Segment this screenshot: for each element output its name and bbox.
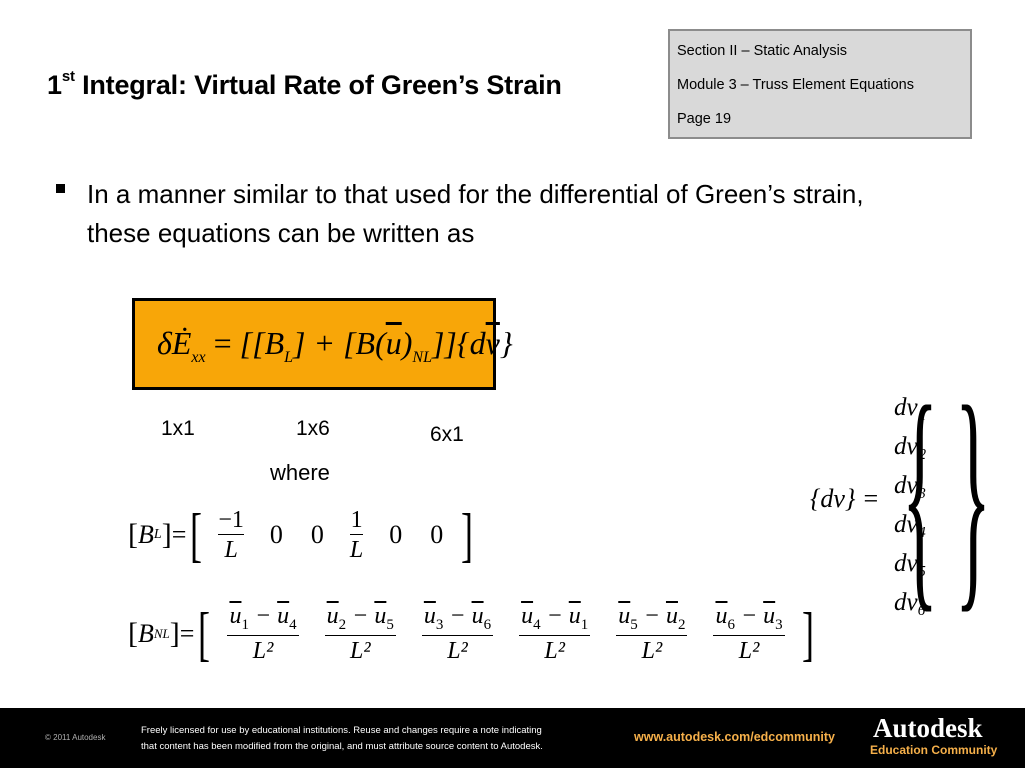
bnl-entry-numerator: u3 − u6 — [421, 603, 494, 637]
bl-entry-1: −1 L — [218, 507, 244, 564]
bl-matrix-equation: [B L] = [ −1 L 0 0 1L 0 0 ] — [128, 502, 477, 568]
dv-vector-lhs: {dv} = — [810, 484, 880, 513]
title-text: Integral: Virtual Rate of Green’s Strain — [74, 70, 562, 100]
dv-vector-item: dv₅ — [894, 550, 927, 577]
eq-lhs-sub: xx — [191, 349, 206, 366]
title-superscript: st — [61, 68, 75, 85]
section-info-box: Section II – Static Analysis Module 3 – … — [668, 29, 972, 139]
bnl-matrix-left-bracket: [ — [198, 601, 211, 667]
dv-vector-right-brace: } — [955, 356, 991, 633]
main-equation: δĖxx = [[BL] + [B(u)NL]]{dv} — [157, 325, 513, 367]
eq-v: v — [485, 325, 500, 361]
dv-vector-equation: {dv} = { dv₁ dv₂ dv₃ dv₄ dv₅ dv₆ } — [808, 370, 991, 620]
license-text: Freely licensed for use by educational i… — [141, 723, 621, 755]
bnl-equals: = — [179, 619, 195, 648]
bl-open-bracket: [ — [128, 518, 138, 551]
bnl-open-bracket: [ — [128, 617, 138, 650]
bl-entry-5: 0 — [389, 520, 403, 549]
dim-label-6x1: 6x1 — [430, 423, 464, 446]
bl-entry-1-den: L — [224, 536, 238, 563]
dv-vector-item: dv₂ — [894, 433, 927, 460]
bnl-entry-6: u6 − u3 L² — [713, 603, 785, 666]
bnl-entry-3: u3 − u6 L² — [421, 603, 494, 666]
bullet-square-icon — [56, 184, 65, 193]
bl-label-sub: L — [153, 527, 162, 542]
bl-entry-1-num: −1 — [218, 506, 244, 533]
slide-title: 1st Integral: Virtual Rate of Green’s St… — [47, 68, 562, 101]
bnl-entry-numerator: u2 − u5 — [324, 603, 396, 637]
dv-vector-items: dv₁ dv₂ dv₃ dv₄ dv₅ dv₆ — [894, 388, 926, 622]
bnl-entry-numerator: u6 − u3 — [713, 603, 785, 637]
license-line-1: Freely licensed for use by educational i… — [141, 725, 542, 736]
eq-term2-mid: ) — [401, 325, 413, 361]
bnl-entry-5: u5 − u2 L² — [616, 603, 688, 666]
bnl-label: B — [138, 619, 154, 648]
bl-entry-3: 0 — [310, 520, 324, 549]
dv-vector-item: dv₆ — [894, 589, 927, 616]
bl-entry-4-num: 1 — [350, 506, 363, 533]
license-line-2: that content has been modified from the … — [141, 741, 543, 752]
bnl-matrix-equation: [B NL] = [ u1 − u4 L² u2 − u5 L² u3 − u6 L² u4 −… — [128, 598, 818, 670]
bnl-entry-denominator: L² — [641, 638, 663, 665]
section-label: Section II – Static Analysis — [677, 43, 848, 59]
eq-equals: = — [205, 325, 240, 361]
bl-entry-4-den: L — [349, 536, 364, 563]
bnl-label-sub: NL — [153, 626, 170, 641]
eq-term2-end: ]]{d — [431, 325, 486, 361]
eq-term2-sub: NL — [412, 349, 432, 366]
bnl-entry-denominator: L² — [252, 638, 274, 665]
bnl-entry-denominator: L² — [544, 638, 565, 665]
bnl-entry-denominator: L² — [349, 638, 371, 665]
bnl-entry-numerator: u4 − u1 — [519, 603, 591, 637]
eq-term1-end: ] + [B( — [293, 325, 386, 361]
bnl-entry-4: u4 − u1 L² — [519, 603, 591, 666]
bl-equals: = — [171, 520, 187, 549]
bnl-entry-numerator: u1 − u4 — [227, 603, 299, 637]
bl-label: B — [138, 520, 154, 549]
bl-entry-6: 0 — [430, 520, 444, 549]
bnl-entry-denominator: L² — [447, 638, 468, 665]
eq-lhs: δĖ — [157, 325, 192, 361]
bnl-entry-2: u2 − u5 L² — [324, 603, 396, 666]
bnl-entry-numerator: u5 − u2 — [616, 603, 688, 637]
education-community-label: Education Community — [870, 743, 998, 757]
dim-label-1x1: 1x1 — [161, 417, 195, 440]
edcommunity-link[interactable]: www.autodesk.com/edcommunity — [634, 730, 835, 744]
bnl-entries: u1 − u4 L² u2 − u5 L² u3 − u6 L² u4 − u1 L² u5 −… — [214, 603, 797, 666]
main-equation-box: δĖxx = [[BL] + [B(u)NL]]{dv} — [132, 298, 513, 390]
where-label: where — [270, 460, 330, 485]
bl-matrix-right-bracket: ] — [461, 502, 474, 568]
bl-close-bracket: ] — [161, 518, 172, 551]
bnl-entry-1: u1 − u4 L² — [227, 603, 299, 666]
bl-entry-2: 0 — [269, 520, 283, 549]
bl-matrix-left-bracket: [ — [190, 502, 203, 568]
eq-close: } — [499, 325, 513, 361]
module-label: Module 3 – Truss Element Equations — [677, 77, 914, 93]
page-label: Page 19 — [677, 111, 732, 127]
bl-entry-4: 1L — [349, 506, 364, 564]
bnl-entry-denominator: L² — [738, 638, 760, 665]
eq-term1-sub: L — [284, 349, 294, 366]
eq-term1: [[B — [239, 325, 285, 361]
dim-label-1x6: 1x6 — [296, 417, 330, 440]
dv-vector-item: dv₄ — [894, 511, 927, 538]
bullet-text: In a manner similar to that used for the… — [87, 179, 864, 248]
eq-u: u — [385, 325, 402, 361]
bnl-close-bracket: ] — [169, 617, 180, 650]
dv-vector-item: dv₃ — [894, 472, 927, 499]
copyright-text: © 2011 Autodesk — [45, 733, 106, 742]
title-prefix: 1 — [47, 70, 62, 100]
dv-vector-item: dv₁ — [894, 394, 927, 421]
autodesk-logo: Autodesk — [873, 713, 983, 743]
